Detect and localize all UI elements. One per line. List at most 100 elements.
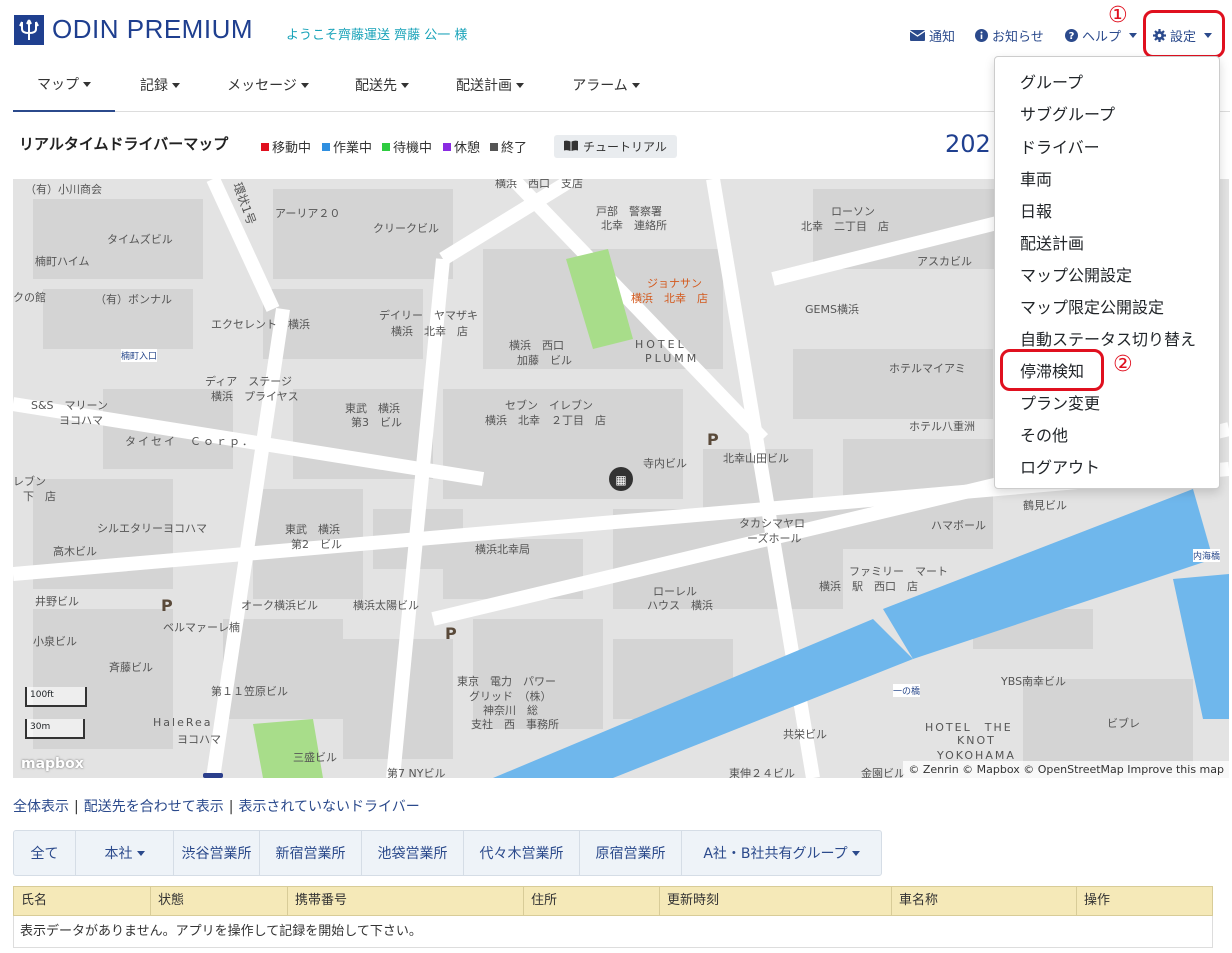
chevron-down-icon: [300, 82, 309, 88]
svg-text:P: P: [445, 624, 457, 643]
menu-item-subgroup[interactable]: サブグループ: [1020, 101, 1115, 125]
date-display: 202: [945, 130, 991, 158]
map-label: クリークビル: [373, 222, 439, 235]
column-status[interactable]: 状態: [151, 887, 288, 915]
group-label: A社・B社共有グループ: [703, 846, 848, 862]
fit-destinations-link[interactable]: 配送先を合わせて表示: [84, 799, 224, 815]
tab-records[interactable]: 記録: [128, 58, 192, 112]
column-vehicle[interactable]: 車名称: [892, 887, 1077, 915]
column-phone[interactable]: 携帯番号: [288, 887, 524, 915]
map-label: 第3 ビル: [351, 416, 402, 429]
menu-item-logout[interactable]: ログアウト: [1020, 454, 1100, 478]
tutorial-label: チュートリアル: [583, 140, 667, 154]
map-label: 楠町入口: [121, 349, 158, 362]
map-label: 横浜 西口 支店: [495, 179, 583, 190]
map-label: 下 店: [23, 490, 56, 503]
group-yoyogi[interactable]: 代々木営業所: [464, 831, 580, 875]
legend-label: 休憩: [454, 141, 481, 156]
mapbox-logo[interactable]: mapbox: [21, 756, 84, 772]
tab-alarm[interactable]: アラーム: [566, 58, 646, 112]
step-marker-1: ①: [1108, 3, 1128, 28]
map-label: PLUMM: [645, 352, 700, 365]
settings-dropdown: グループ サブグループ ドライバー 車両 日報 配送計画 マップ公開設定 マップ…: [994, 56, 1220, 489]
column-updated[interactable]: 更新時刻: [660, 887, 892, 915]
group-harajuku[interactable]: 原宿営業所: [580, 831, 682, 875]
map-label: GEMS横浜: [805, 303, 859, 316]
map-label: 共栄ビル: [783, 728, 827, 741]
menu-item-vehicle[interactable]: 車両: [1020, 166, 1052, 190]
tab-delivery-plan[interactable]: 配送計画: [450, 58, 530, 112]
map-label: 鶴見ビル: [1023, 499, 1067, 512]
legend-swatch: [382, 142, 390, 151]
group-all[interactable]: 全て: [14, 831, 76, 875]
menu-item-plan-change[interactable]: プラン変更: [1020, 390, 1100, 414]
step-marker-2: ②: [1113, 352, 1133, 377]
map-label: シルエタリーヨコハマ: [97, 522, 207, 535]
tab-label: メッセージ: [227, 78, 297, 94]
tab-destinations[interactable]: 配送先: [347, 58, 417, 112]
map-label: 横浜 北幸 店: [631, 292, 708, 305]
map-label: 横浜 西口: [509, 339, 564, 352]
menu-item-map-limited-publish[interactable]: マップ限定公開設定: [1020, 294, 1164, 318]
map-label: ハマボール: [931, 519, 986, 532]
trident-icon: [14, 14, 44, 45]
map-label: 横浜 北幸 店: [391, 325, 468, 338]
chevron-down-icon: [401, 82, 409, 88]
help-label: ヘルプ: [1082, 30, 1122, 45]
tab-label: 配送計画: [456, 78, 512, 94]
map-label: 加藤 ビル: [517, 354, 572, 367]
map-label: 横浜太陽ビル: [353, 599, 419, 612]
welcome-message: ようこそ齊藤運送 齊藤 公一 様: [286, 28, 468, 43]
map-attribution[interactable]: © Zenrin © Mapbox © OpenStreetMap Improv…: [903, 761, 1229, 778]
legend-moving: 移動中: [261, 137, 311, 156]
column-actions[interactable]: 操作: [1077, 887, 1212, 915]
map-label: 横浜 プライヤス: [211, 390, 299, 403]
tab-map[interactable]: マップ: [13, 58, 115, 112]
tab-label: 記録: [140, 78, 168, 94]
menu-item-delivery-plan[interactable]: 配送計画: [1020, 230, 1084, 254]
map-label: セブン イレブン: [505, 399, 593, 412]
group-shinjuku[interactable]: 新宿営業所: [260, 831, 362, 875]
map-label: 北幸 連絡所: [601, 219, 667, 232]
column-address[interactable]: 住所: [524, 887, 660, 915]
legend-swatch: [261, 142, 269, 151]
show-all-link[interactable]: 全体表示: [13, 799, 69, 815]
map-label: HaleRea: [153, 716, 213, 729]
svg-text:?: ?: [1069, 31, 1075, 42]
tab-messages[interactable]: メッセージ: [218, 58, 318, 112]
menu-item-group[interactable]: グループ: [1020, 69, 1083, 93]
tutorial-button[interactable]: チュートリアル: [554, 135, 677, 158]
map-label: ヨコハマ: [177, 733, 221, 746]
notifications-link[interactable]: 通知: [910, 26, 955, 45]
news-link[interactable]: お知らせ: [975, 26, 1044, 45]
group-ikebukuro[interactable]: 池袋営業所: [362, 831, 464, 875]
group-shibuya[interactable]: 渋谷営業所: [174, 831, 260, 875]
map-label: 横浜 北幸 ２丁目 店: [485, 414, 606, 427]
map-label: 金園ビル: [861, 767, 905, 778]
menu-item-map-publish[interactable]: マップ公開設定: [1020, 262, 1132, 286]
hidden-drivers-link[interactable]: 表示されていないドライバー: [238, 799, 419, 815]
map-label: 小泉ビル: [33, 635, 77, 648]
menu-item-other[interactable]: その他: [1020, 422, 1068, 446]
tab-label: マップ: [37, 77, 79, 93]
group-filter-bar: 全て 本社 渋谷営業所 新宿営業所 池袋営業所 代々木営業所 原宿営業所 A社・…: [13, 830, 882, 876]
map-label: 一の橋: [893, 684, 921, 697]
map-label: ヨコハマ: [59, 414, 103, 427]
map-label: アーリア２０: [275, 207, 341, 220]
map-label: タイムズビル: [107, 233, 173, 246]
group-shared-ab[interactable]: A社・B社共有グループ: [682, 831, 881, 875]
page-title: リアルタイムドライバーマップ: [19, 135, 229, 153]
map-label: （有）小川商会: [25, 183, 102, 196]
menu-item-daily-report[interactable]: 日報: [1020, 198, 1052, 222]
scale-bar-m: 30m: [25, 719, 85, 739]
column-name[interactable]: 氏名: [14, 887, 151, 915]
map-label: ジョナサン: [647, 277, 702, 290]
chevron-down-icon: [631, 82, 640, 88]
menu-item-auto-status[interactable]: 自動ステータス切り替え: [1020, 326, 1196, 350]
group-headquarters[interactable]: 本社: [76, 831, 174, 875]
brand-logo[interactable]: ODIN PREMIUM: [14, 14, 253, 45]
map-label: タイセイ Ｃｏｒｐ．: [125, 435, 255, 448]
question-icon: ?: [1065, 29, 1078, 42]
menu-item-driver[interactable]: ドライバー: [1020, 134, 1100, 158]
help-menu[interactable]: ? ヘルプ: [1065, 26, 1138, 45]
